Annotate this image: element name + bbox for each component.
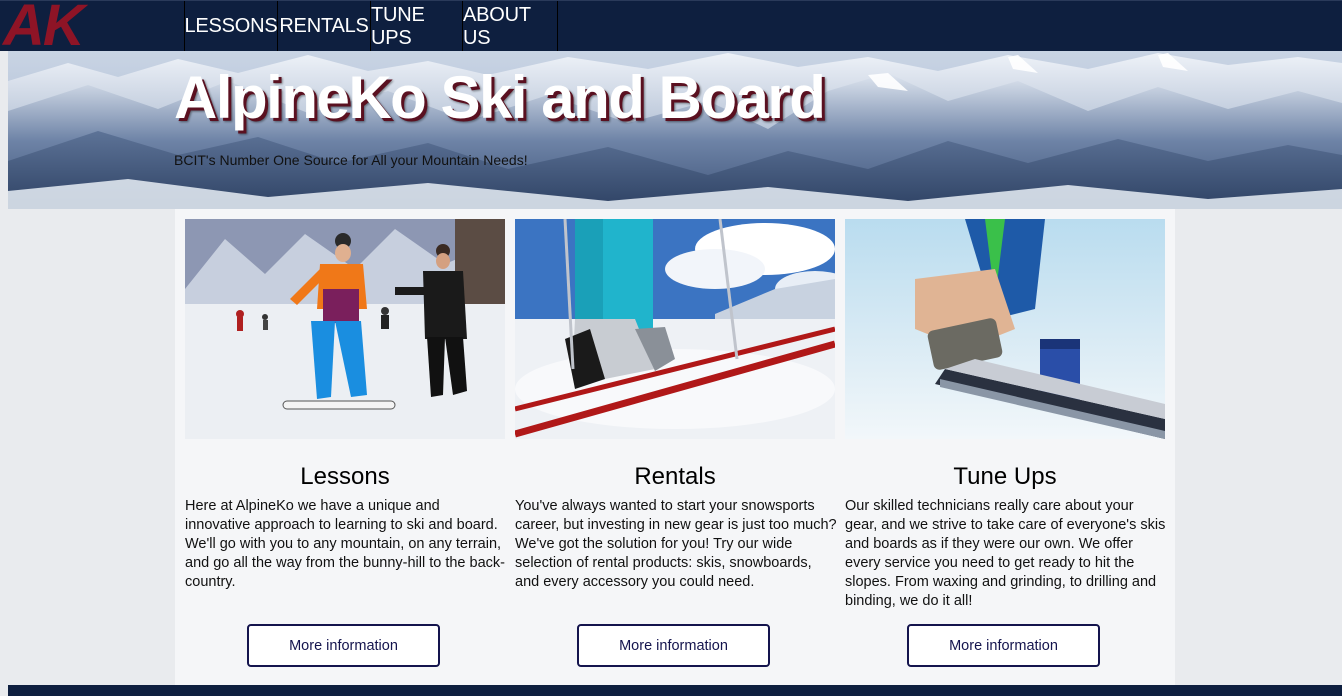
- services-panel: Lessons Here at AlpineKo we have a uniqu…: [175, 209, 1175, 685]
- nav-item-about-us[interactable]: ABOUT US: [462, 1, 558, 52]
- lessons-description: Here at AlpineKo we have a unique and in…: [185, 498, 505, 590]
- lessons-title: Lessons: [300, 463, 390, 490]
- rentals-description: You've always wanted to start your snows…: [515, 498, 837, 590]
- tune-ups-more-info-button[interactable]: More information: [907, 624, 1100, 667]
- ski-boots-photo: [515, 219, 835, 439]
- nav-item-tune-ups[interactable]: TUNE UPS: [370, 1, 462, 52]
- lessons-more-info-button[interactable]: More information: [247, 624, 440, 667]
- lessons-card: Lessons Here at AlpineKo we have a uniqu…: [185, 219, 505, 685]
- ak-logo[interactable]: AK: [3, 0, 85, 57]
- ski-waxing-photo: [845, 219, 1165, 439]
- rentals-title: Rentals: [634, 463, 716, 490]
- nav-item-lessons[interactable]: LESSONS: [184, 1, 278, 52]
- top-navbar: AK LESSONS RENTALS TUNE UPS ABOUT US: [0, 0, 1342, 57]
- footer-bar: [8, 685, 1342, 696]
- tune-ups-title: Tune Ups: [953, 463, 1057, 490]
- tune-ups-card: Tune Ups Our skilled technicians really …: [845, 219, 1165, 685]
- rentals-more-info-button[interactable]: More information: [577, 624, 770, 667]
- hero-banner: AlpineKo Ski and Board BCIT's Number One…: [8, 51, 1342, 209]
- hero-title: AlpineKo Ski and Board: [174, 64, 826, 131]
- nav-item-rentals[interactable]: RENTALS: [277, 1, 370, 52]
- hero-subtitle: BCIT's Number One Source for All your Mo…: [174, 152, 528, 168]
- tune-ups-description: Our skilled technicians really care abou…: [845, 498, 1166, 609]
- snowboard-lesson-photo: [185, 219, 505, 439]
- rentals-card: Rentals You've always wanted to start yo…: [515, 219, 837, 685]
- main-nav: LESSONS RENTALS TUNE UPS ABOUT US: [184, 1, 558, 52]
